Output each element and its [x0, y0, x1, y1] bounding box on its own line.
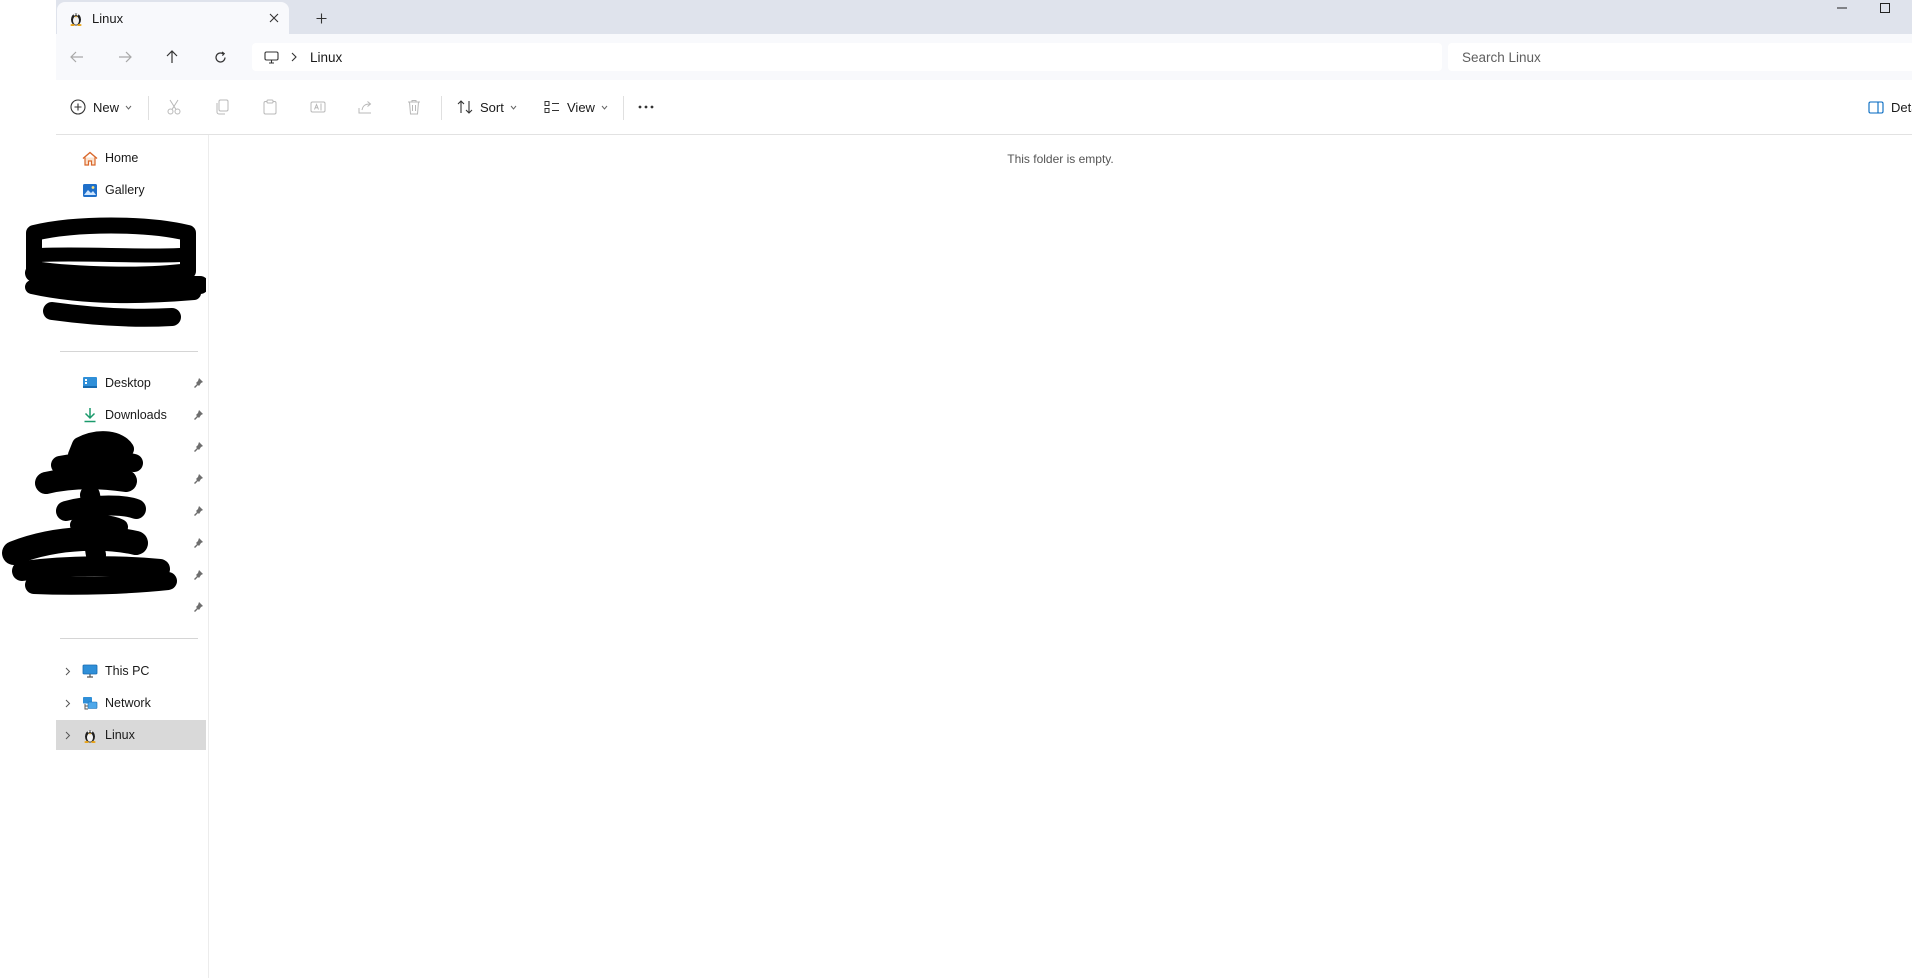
tab-linux[interactable]: Linux — [57, 2, 289, 34]
paste-button[interactable] — [260, 97, 280, 117]
toolbar-divider — [148, 96, 149, 120]
view-icon — [544, 100, 560, 114]
redaction-scribble — [2, 431, 177, 595]
maximize-icon — [1880, 3, 1890, 13]
sidebar-item-network[interactable]: Network — [56, 688, 206, 718]
title-bar: Linux — [56, 0, 1912, 34]
sort-icon — [457, 100, 473, 114]
new-label: New — [93, 99, 120, 115]
pin-icon[interactable] — [192, 377, 204, 389]
details-pane-icon — [1868, 100, 1884, 114]
chevron-right-icon[interactable] — [62, 729, 74, 741]
address-field[interactable]: Linux — [252, 43, 1442, 71]
sidebar-item-desktop[interactable]: Desktop — [56, 368, 206, 398]
file-list-area[interactable]: This folder is empty. — [209, 135, 1912, 978]
refresh-button[interactable] — [208, 45, 232, 69]
new-button[interactable]: New — [70, 94, 132, 120]
delete-icon — [407, 99, 421, 115]
minimize-button[interactable] — [1819, 0, 1865, 16]
sidebar-item-label: Home — [105, 151, 139, 165]
chevron-right-icon — [291, 52, 298, 62]
back-arrow-icon — [70, 51, 84, 63]
close-icon[interactable] — [265, 9, 283, 27]
chevron-down-icon — [125, 105, 132, 110]
back-button[interactable] — [65, 45, 89, 69]
up-arrow-icon — [166, 50, 178, 64]
pc-icon — [264, 50, 279, 64]
sidebar-item-label: Network — [105, 696, 151, 710]
details-label: Details — [1891, 99, 1912, 115]
breadcrumb-linux[interactable]: Linux — [310, 50, 342, 65]
network-icon — [82, 695, 98, 711]
rename-button[interactable] — [308, 97, 328, 117]
navigation-pane: Home Gallery Desktop Downloads This PC N… — [2, 135, 209, 978]
sidebar-item-home[interactable]: Home — [56, 143, 206, 173]
search-input[interactable]: Search Linux — [1448, 43, 1912, 71]
share-icon — [358, 100, 374, 114]
refresh-icon — [214, 51, 227, 64]
toolbar-divider — [623, 96, 624, 120]
gallery-icon — [82, 182, 98, 198]
sidebar-item-label: Linux — [105, 728, 135, 742]
search-placeholder: Search Linux — [1462, 49, 1541, 65]
chevron-right-icon[interactable] — [62, 665, 74, 677]
copy-icon — [215, 99, 229, 115]
toolbar-divider — [441, 96, 442, 120]
share-button[interactable] — [356, 97, 376, 117]
sidebar-item-this-pc[interactable]: This PC — [56, 656, 206, 686]
sort-button[interactable]: Sort — [457, 94, 517, 120]
forward-arrow-icon — [118, 51, 132, 63]
chevron-down-icon — [510, 105, 517, 110]
sidebar-divider — [60, 638, 198, 639]
rename-icon — [310, 100, 326, 114]
new-tab-button[interactable] — [310, 7, 332, 29]
cut-button[interactable] — [164, 97, 184, 117]
forward-button[interactable] — [113, 45, 137, 69]
cut-icon — [167, 99, 181, 115]
home-icon — [82, 150, 98, 166]
linux-tux-icon — [69, 10, 83, 26]
sidebar-item-label: Downloads — [105, 408, 167, 422]
this-pc-icon — [82, 663, 98, 679]
maximize-button[interactable] — [1862, 0, 1908, 16]
delete-button[interactable] — [404, 97, 424, 117]
redaction-scribble — [25, 217, 206, 327]
new-icon — [70, 99, 86, 115]
paste-icon — [263, 99, 277, 115]
up-button[interactable] — [160, 45, 184, 69]
plus-icon — [316, 13, 327, 24]
linux-tux-icon — [82, 727, 98, 743]
sort-label: Sort — [480, 99, 504, 115]
chevron-right-icon[interactable] — [62, 697, 74, 709]
details-pane-button[interactable]: Details — [1868, 94, 1912, 120]
chevron-down-icon — [601, 105, 608, 110]
view-button[interactable]: View — [544, 94, 608, 120]
tab-title: Linux — [92, 10, 124, 26]
copy-button[interactable] — [212, 97, 232, 117]
sidebar-item-label: Desktop — [105, 376, 151, 390]
desktop-icon — [82, 375, 98, 391]
view-label: View — [567, 99, 595, 115]
pin-icon[interactable] — [192, 409, 204, 421]
downloads-icon — [82, 407, 98, 423]
sidebar-item-gallery[interactable]: Gallery — [56, 175, 206, 205]
sidebar-item-label: This PC — [105, 664, 150, 678]
sidebar-item-linux[interactable]: Linux — [56, 720, 206, 750]
more-options-button[interactable] — [638, 94, 654, 120]
empty-folder-message: This folder is empty. — [1007, 152, 1114, 166]
minimize-icon — [1837, 7, 1847, 9]
sidebar-divider — [60, 351, 198, 352]
sidebar-item-label: Gallery — [105, 183, 145, 197]
more-icon — [638, 105, 654, 109]
address-bar-row: Linux Search Linux — [56, 34, 1912, 80]
command-bar: New Sort View Det — [56, 80, 1912, 135]
